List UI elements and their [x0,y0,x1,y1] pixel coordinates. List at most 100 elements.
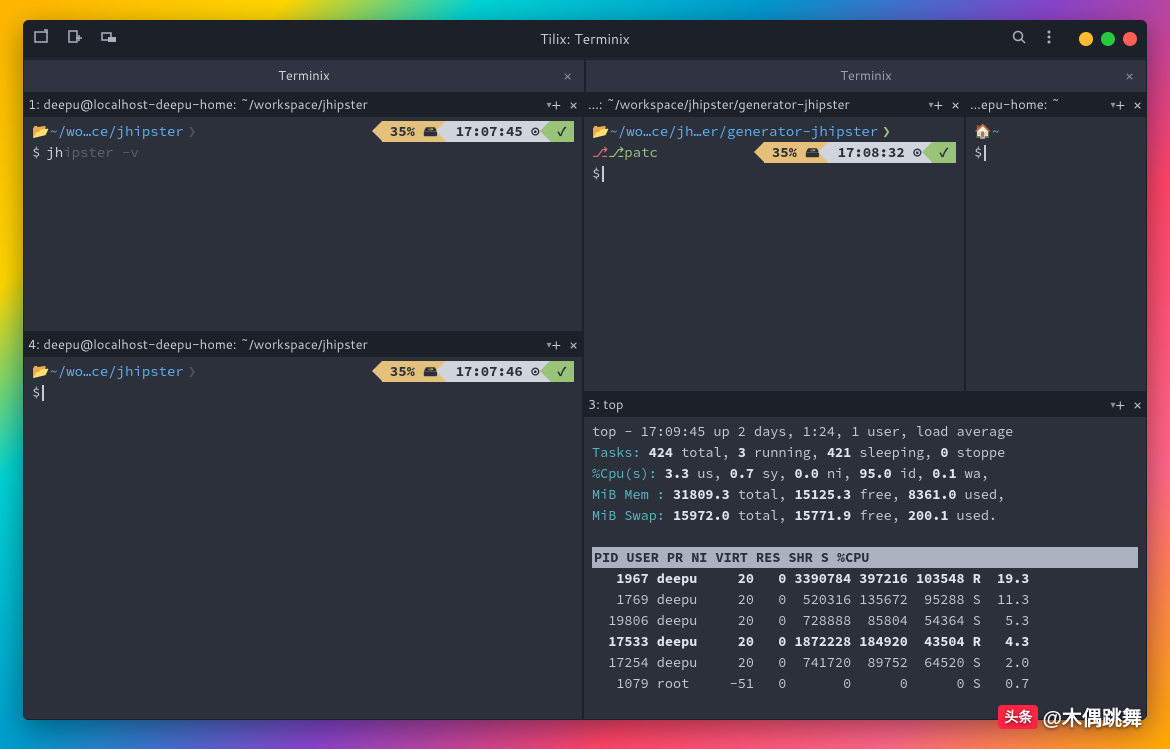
cursor [984,145,986,161]
chevron-icon: ❯ [188,361,196,382]
top-process-row: 17533 deepu 20 0 1872228 184920 43504 R … [592,631,1138,652]
powerline-status: 📂 ~/wo…ce/jhipster ❯ 35% 🖴 17:07:46 ⊙ ✓ [32,361,574,382]
branch-icon: ⎇ [608,142,624,163]
powerline-status: 📂 ~/wo…ce/jh…er/generator-jhipster ❯ [592,121,956,142]
close-pane-icon[interactable]: × [569,335,578,355]
chevron-icon: ❯ [882,121,890,142]
terminal-pane-1: 1: deepu@localhost-deepu-home: ~/workspa… [23,92,583,332]
cursor [602,166,604,182]
cursor [42,385,44,401]
status-ok-segment: ✓ [550,121,574,142]
powerline-status: 🏠 ~ [974,121,1138,142]
prompt-line: $ [592,163,956,184]
pane-title: …epu-home: ~ [970,96,1107,114]
chevron-icon: ❯ [188,121,196,142]
terminal-body[interactable]: 📂 ~/wo…ce/jh…er/generator-jhipster ❯ ⎇ ⎇… [584,117,964,391]
pane-header[interactable]: …: ~/workspace/jhipster/generator-jhipst… [584,93,964,117]
close-pane-icon[interactable]: × [951,95,960,115]
watermark-logo: 头条 [998,705,1038,729]
powerline-status: 📂 ~/wo…ce/jhipster ❯ 35% 🖴 17:07:45 ⊙ ✓ [32,121,574,142]
pane-header[interactable]: 1: deepu@localhost-deepu-home: ~/workspa… [24,93,582,117]
pane-header[interactable]: …epu-home: ~ ▾ + × [966,93,1146,117]
prompt-symbol: $ [32,142,40,163]
path-segment: ~ [991,121,999,142]
close-pane-icon[interactable]: × [569,95,578,115]
session-tab-label: Terminix [840,67,892,85]
time-segment: 17:08:32 ⊙ [828,142,932,163]
terminal-pane-4: 4: deepu@localhost-deepu-home: ~/workspa… [23,332,583,720]
pane-title: 4: deepu@localhost-deepu-home: ~/workspa… [28,336,543,354]
close-pane-icon[interactable]: × [1133,395,1142,415]
close-icon[interactable]: × [563,66,572,86]
session-tab-2[interactable]: Terminix × [585,59,1147,92]
top-line-5: MiB Swap: 15972.0 total, 15771.9 free, 2… [592,505,1138,526]
close-button[interactable] [1123,32,1137,46]
typed-text: jh [46,142,63,163]
top-process-row: 19806 deepu 20 0 728888 85804 54364 S 5.… [592,610,1138,631]
top-line-3: %Cpu(s): 3.3 us, 0.7 sy, 0.0 ni, 95.0 id… [592,463,1138,484]
session-tab-bar: Terminix × Terminix × [23,58,1147,92]
add-pane-icon[interactable]: + [1116,395,1126,415]
top-process-list: 1967 deepu 20 0 3390784 397216 103548 R … [592,568,1138,694]
git-icon: ⎇ [592,142,608,163]
prompt-line: $ jhipster -v [32,142,574,163]
terminal-body[interactable]: top - 17:09:45 up 2 days, 1:24, 1 user, … [584,417,1146,719]
pane-title: 3: top [588,396,1107,414]
status-ok-segment: ✓ [550,361,574,382]
titlebar: Tilix: Terminix [23,20,1147,58]
path-segment: ~/wo…ce/jh…er/generator-jhipster [609,121,878,142]
path-segment: ~/wo…ce/jhipster [49,361,183,382]
home-icon: 🏠 [974,121,991,142]
tilix-window: Tilix: Terminix Terminix × Terminix × 1:… [23,20,1147,720]
branch-name: patc [624,142,658,163]
session-tab-label: Terminix [278,67,330,85]
terminal-body[interactable]: 🏠 ~ $ [966,117,1146,391]
pane-header[interactable]: 3: top ▾ + × [584,393,1146,417]
pane-header[interactable]: 4: deepu@localhost-deepu-home: ~/workspa… [24,333,582,357]
watermark: 头条 @木偶跳舞 [998,702,1142,731]
top-process-row: 1079 root -51 0 0 0 0 S 0.7 [592,673,1138,694]
terminal-pane-2: …: ~/workspace/jhipster/generator-jhipst… [583,92,965,392]
prompt-line: $ [974,142,1138,163]
panes-container: 1: deepu@localhost-deepu-home: ~/workspa… [23,92,1147,720]
add-pane-icon[interactable]: + [934,95,944,115]
folder-icon: 📂 [592,121,609,142]
window-title: Tilix: Terminix [540,29,630,49]
pane-title: …: ~/workspace/jhipster/generator-jhipst… [588,96,925,114]
close-pane-icon[interactable]: × [1133,95,1142,115]
path-segment: ~/wo…ce/jhipster [49,121,183,142]
prompt-symbol: $ [974,142,982,163]
add-pane-icon[interactable]: + [552,95,562,115]
menu-icon[interactable] [1041,29,1057,50]
terminal-body[interactable]: 📂 ~/wo…ce/jhipster ❯ 35% 🖴 17:07:45 ⊙ ✓ … [24,117,582,331]
top-process-row: 17254 deepu 20 0 741720 89752 64520 S 2.… [592,652,1138,673]
new-session-icon[interactable] [33,29,49,50]
add-pane-icon[interactable]: + [552,335,562,355]
maximize-button[interactable] [1101,32,1115,46]
layout-icon[interactable] [101,29,117,50]
top-process-row: 1769 deepu 20 0 520316 135672 95288 S 11… [592,589,1138,610]
watermark-handle: @木偶跳舞 [1042,702,1142,731]
prompt-line: $ [32,382,574,403]
top-columns-header: PID USER PR NI VIRT RES SHR S %CPU [592,547,1138,568]
prompt-symbol: $ [32,382,40,403]
top-line-1: top - 17:09:45 up 2 days, 1:24, 1 user, … [592,421,1138,442]
folder-icon: 📂 [32,361,49,382]
terminal-pane-3: 3: top ▾ + × top - 17:09:45 up 2 days, 1… [583,392,1147,720]
autosuggestion: ipster -v [63,142,139,163]
time-segment: 17:07:46 ⊙ [446,361,550,382]
folder-icon: 📂 [32,121,49,142]
powerline-status-2: ⎇ ⎇ patc 35% 🖴 17:08:32 ⊙ ✓ [592,142,956,163]
top-process-row: 1967 deepu 20 0 3390784 397216 103548 R … [592,568,1138,589]
top-line-4: MiB Mem : 31809.3 total, 15125.3 free, 8… [592,484,1138,505]
time-segment: 17:07:45 ⊙ [446,121,550,142]
prompt-symbol: $ [592,163,600,184]
pane-title: 1: deepu@localhost-deepu-home: ~/workspa… [28,96,543,114]
session-tab-1[interactable]: Terminix × [23,59,585,92]
add-pane-icon[interactable]: + [1116,95,1126,115]
terminal-body[interactable]: 📂 ~/wo…ce/jhipster ❯ 35% 🖴 17:07:46 ⊙ ✓ … [24,357,582,719]
add-tab-icon[interactable] [67,29,83,50]
close-icon[interactable]: × [1125,66,1134,86]
search-icon[interactable] [1011,29,1027,50]
minimize-button[interactable] [1079,32,1093,46]
